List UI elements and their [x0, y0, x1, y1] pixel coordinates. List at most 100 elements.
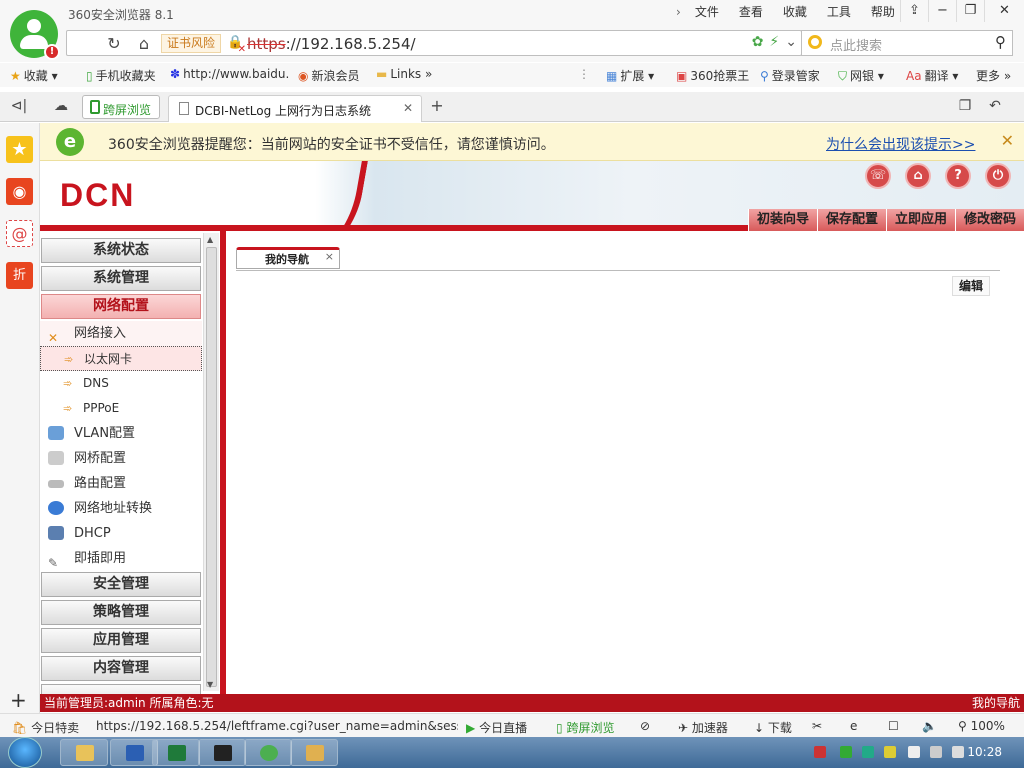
search-engine-icon[interactable]: [808, 35, 822, 49]
tray-green-icon[interactable]: [840, 746, 852, 758]
favorites-star-icon[interactable]: ★: [6, 136, 33, 163]
taskbar-word[interactable]: [110, 739, 158, 766]
notice-close-icon[interactable]: ✕: [1001, 131, 1014, 150]
taskbar-excel[interactable]: [152, 739, 200, 766]
menu-item-routing[interactable]: 路由配置: [40, 471, 202, 496]
weibo-icon[interactable]: ◉: [6, 178, 33, 205]
phone-icon[interactable]: ☏: [865, 163, 891, 189]
tab-dcbi[interactable]: DCBI-NetLog 上网行为日志系统 ✕: [168, 95, 422, 122]
close-button[interactable]: ✕: [984, 0, 1024, 22]
menu-item-plug-and-play[interactable]: ✎ 即插即用: [40, 546, 202, 571]
menu-item-bridge[interactable]: 网桥配置: [40, 446, 202, 471]
menu-content-management[interactable]: 内容管理: [41, 656, 201, 681]
sidebar-toggle-icon[interactable]: ⊲|: [8, 96, 30, 116]
menu-network-config[interactable]: 网络配置: [41, 294, 201, 319]
taskbar-explorer[interactable]: [60, 739, 108, 766]
chevron-right-icon[interactable]: ›: [676, 4, 685, 20]
menu-item-vlan[interactable]: VLAN配置: [40, 421, 202, 446]
bookmark-more[interactable]: 更多 »: [976, 67, 1011, 84]
clock[interactable]: 10:28: [967, 745, 1002, 759]
downloads[interactable]: ↓ 下载: [754, 719, 792, 736]
mail-icon[interactable]: @: [6, 220, 33, 247]
notice-why-link[interactable]: 为什么会出现该提示>>: [826, 134, 975, 154]
tab-close-icon[interactable]: ×: [325, 250, 334, 263]
url-text[interactable]: https://192.168.5.254/: [247, 35, 416, 53]
bookmark-sina[interactable]: ◉ 新浪会员: [298, 67, 360, 84]
menu-sub-ethernet[interactable]: ➾ 以太网卡: [40, 346, 202, 371]
bookmark-ticket[interactable]: ▣ 360抢票王: [676, 67, 749, 84]
cert-warning-badge[interactable]: 证书风险: [161, 34, 222, 53]
menu-audit-report[interactable]: [41, 684, 201, 694]
undo-close-icon[interactable]: ↶: [984, 96, 1006, 116]
daily-deal[interactable]: 🛍 今日特卖: [12, 719, 79, 736]
bookmark-mobile[interactable]: ▯ 手机收藏夹: [86, 67, 156, 84]
accelerator[interactable]: ✈ 加速器: [678, 719, 728, 736]
bookmark-favorites[interactable]: ★ 收藏 ▾: [10, 67, 58, 84]
bookmark-translate[interactable]: Aa 翻译 ▾: [906, 67, 958, 84]
daily-live[interactable]: ▶ 今日直播: [466, 719, 527, 736]
menu-system-management[interactable]: 系统管理: [41, 266, 201, 291]
start-button[interactable]: [8, 737, 42, 768]
speed-mode-icon[interactable]: ⚡: [769, 34, 779, 50]
volume-icon[interactable]: [952, 746, 964, 758]
add-sidebar-icon[interactable]: +: [10, 688, 27, 712]
tab-close-icon[interactable]: ✕: [403, 101, 413, 115]
split-browse-tab[interactable]: 跨屏浏览: [82, 95, 160, 119]
nav-setup-wizard[interactable]: 初装向导: [747, 209, 817, 231]
menu-app-management[interactable]: 应用管理: [41, 628, 201, 653]
discount-icon[interactable]: 折: [6, 262, 33, 289]
bookmark-login[interactable]: ⚲ 登录管家: [760, 67, 820, 84]
menu-sub-dns[interactable]: ➾ DNS: [40, 371, 202, 396]
home-icon[interactable]: ⌂: [905, 163, 931, 189]
menu-security-management[interactable]: 安全管理: [41, 572, 201, 597]
compat-mode-icon[interactable]: ✿: [752, 34, 764, 50]
pin-icon[interactable]: ⇪: [900, 0, 928, 22]
bookmark-links[interactable]: ▬ Links »: [376, 67, 432, 81]
help-icon[interactable]: ?: [945, 163, 971, 189]
menu-favorites[interactable]: 收藏: [773, 4, 817, 20]
edit-button[interactable]: 编辑: [952, 276, 990, 296]
window-icon[interactable]: ☐: [888, 719, 899, 733]
home-icon[interactable]: ⌂: [133, 34, 155, 54]
scroll-up-icon[interactable]: ▲: [207, 235, 213, 244]
maximize-button[interactable]: ❐: [956, 0, 984, 22]
scroll-thumb[interactable]: [206, 247, 217, 687]
menu-sub-pppoe[interactable]: ➾ PPPoE: [40, 396, 202, 421]
nav-save-config[interactable]: 保存配置: [816, 209, 886, 231]
minimize-button[interactable]: −: [928, 0, 956, 22]
chevron-down-icon[interactable]: ⌄: [785, 34, 797, 50]
bookmark-extensions[interactable]: ▦ 扩展 ▾: [606, 67, 654, 84]
menu-item-network-access[interactable]: ✕ 网络接入: [40, 321, 202, 346]
taskbar-cmd[interactable]: [198, 739, 246, 766]
scroll-down-icon[interactable]: ▼: [207, 680, 213, 689]
menu-tools[interactable]: 工具: [817, 4, 861, 20]
new-tab-icon[interactable]: +: [426, 96, 448, 116]
menu-policy-management[interactable]: 策略管理: [41, 600, 201, 625]
bookmark-bank[interactable]: ⛉ 网银 ▾: [838, 67, 884, 84]
menu-file[interactable]: 文件: [685, 4, 729, 20]
zoom-control[interactable]: ⚲ 100%: [958, 719, 1005, 733]
left-menu-scrollbar[interactable]: ▲ ▼: [203, 233, 219, 691]
address-bar[interactable]: ↻ ⌂ 证书风险 🔒 ✕ https://192.168.5.254/ ✿ ⚡ ⌄: [66, 30, 802, 56]
no-disturb-icon[interactable]: ⊘: [640, 719, 650, 733]
browser-avatar-icon[interactable]: !: [10, 10, 60, 60]
nav-apply-now[interactable]: 立即应用: [885, 209, 955, 231]
menu-system-status[interactable]: 系统状态: [41, 238, 201, 263]
menu-item-nat[interactable]: 网络地址转换: [40, 496, 202, 521]
menu-view[interactable]: 查看: [729, 4, 773, 20]
tray-security-icon[interactable]: [884, 746, 896, 758]
ie-mode-icon[interactable]: e: [850, 719, 857, 733]
volume-icon[interactable]: 🔈: [922, 719, 937, 733]
refresh-icon[interactable]: ↻: [103, 34, 125, 54]
taskbar-360-browser[interactable]: [244, 739, 292, 766]
insecure-lock-icon[interactable]: 🔒 ✕: [227, 35, 246, 55]
nav-change-password[interactable]: 修改密码: [954, 209, 1024, 231]
tab-my-navigation[interactable]: 我的导航 ×: [236, 247, 340, 269]
search-icon[interactable]: ⚲: [995, 33, 1006, 51]
tray-clipboard-icon[interactable]: [908, 746, 920, 758]
network-icon[interactable]: [930, 746, 942, 758]
tray-app-icon[interactable]: [814, 746, 826, 758]
tray-360-icon[interactable]: [862, 746, 874, 758]
menu-help[interactable]: 帮助: [861, 4, 905, 20]
logout-icon[interactable]: ⏻: [985, 163, 1011, 189]
